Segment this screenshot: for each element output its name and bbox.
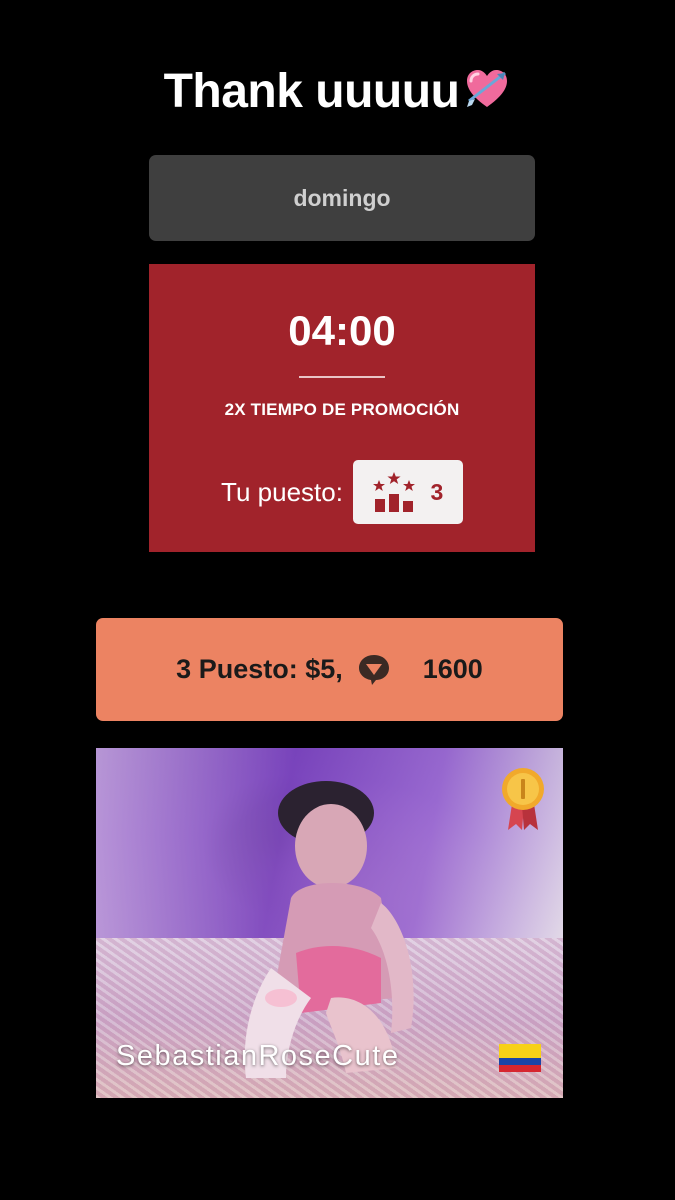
countdown-timer: 04:00 [288, 307, 396, 354]
story-caption: Thank uuuuu [0, 62, 675, 122]
podium-stars-icon [372, 472, 415, 512]
model-thumbnail-card[interactable]: SebastianRoseCute [96, 748, 563, 1098]
rank-label: Tu puesto: [221, 476, 343, 507]
place-prize-text: 3 Puesto: $5, [176, 654, 343, 684]
caption-text: Thank uuuuu [163, 65, 460, 118]
model-username: SebastianRoseCute [116, 1040, 400, 1072]
gold-medal-icon [502, 768, 544, 830]
divider [299, 376, 385, 378]
day-label: domingo [293, 184, 391, 211]
rank-value: 3 [430, 478, 444, 505]
token-bubble-icon [358, 654, 389, 685]
day-selector[interactable]: domingo [149, 155, 535, 241]
place-result-banner: 3 Puesto: $5, 1600 [96, 618, 563, 721]
promotion-card: 04:00 2X TIEMPO DE PROMOCIÓN Tu puesto: … [149, 264, 535, 552]
colombia-flag-icon [499, 1044, 541, 1072]
promotion-label: 2X TIEMPO DE PROMOCIÓN [224, 400, 460, 419]
heart-with-arrow-icon [467, 70, 508, 107]
rank-row: Tu puesto: 3 [149, 460, 535, 524]
rank-badge[interactable]: 3 [352, 460, 463, 524]
token-amount: 1600 [422, 654, 483, 684]
